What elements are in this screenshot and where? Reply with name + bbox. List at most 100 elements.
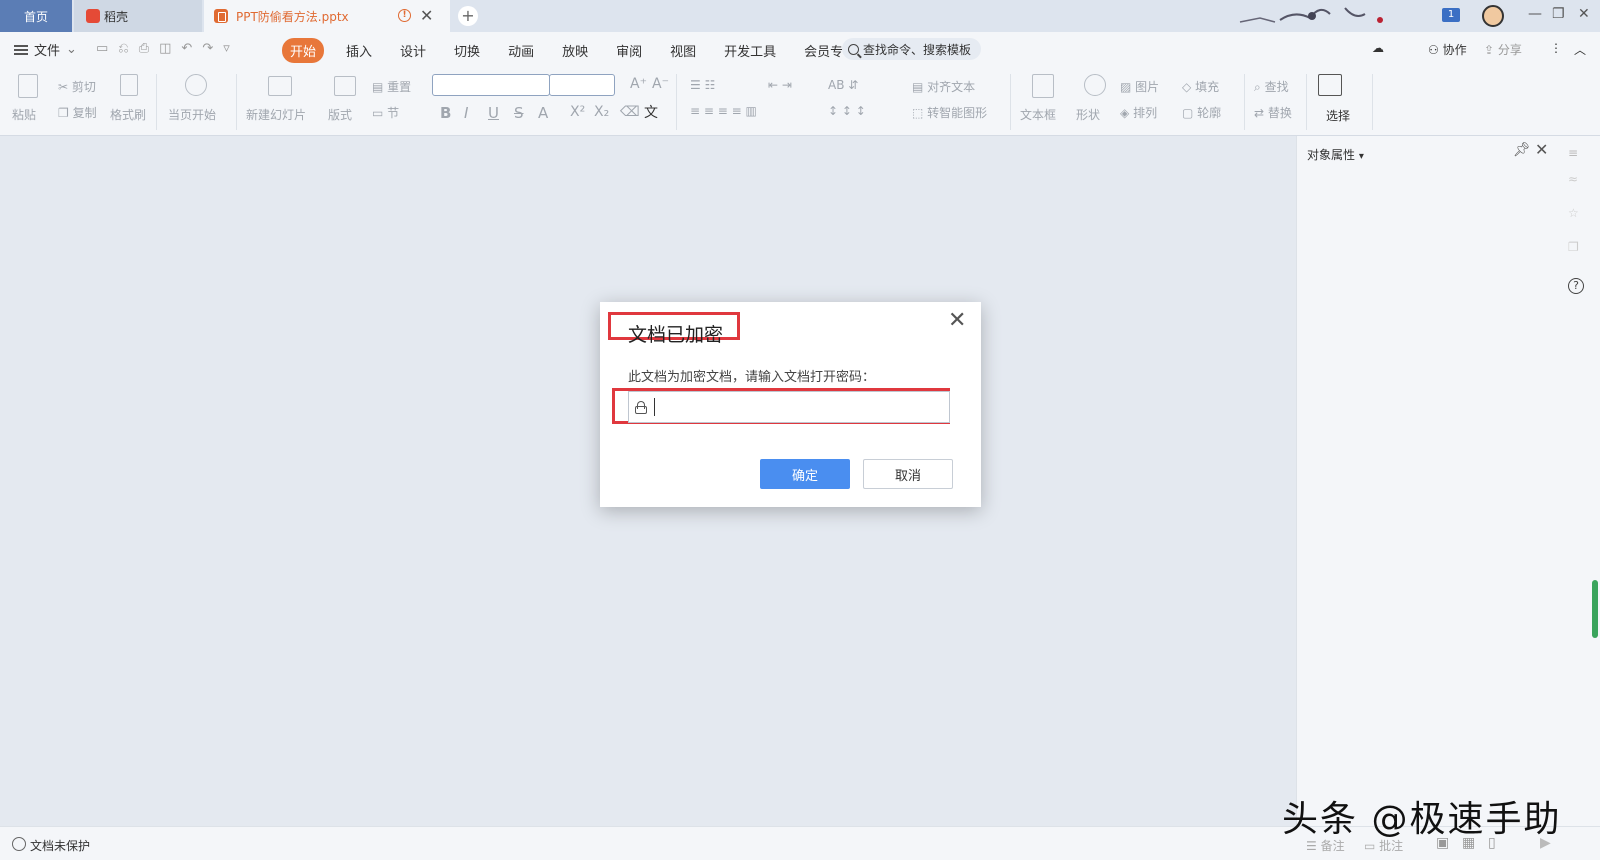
font-color-icon[interactable]: A <box>538 104 548 122</box>
layout-button[interactable]: 版式 <box>328 106 352 123</box>
play-icon[interactable] <box>185 74 207 96</box>
decrease-font-icon[interactable]: A⁻ <box>652 76 669 92</box>
increase-font-icon[interactable]: A⁺ <box>630 76 647 92</box>
tab-view[interactable]: 视图 <box>662 38 704 63</box>
tab-insert[interactable]: 插入 <box>338 38 380 63</box>
close-window-icon[interactable]: ✕ <box>1578 6 1590 22</box>
layout-icon[interactable] <box>334 76 356 96</box>
tab-review[interactable]: 审阅 <box>608 38 650 63</box>
picture-button[interactable]: ▨ 图片 <box>1120 78 1159 95</box>
ok-button[interactable]: 确定 <box>760 459 850 489</box>
new-slide-icon[interactable] <box>268 76 292 96</box>
properties-rail-icon[interactable]: ≡ <box>1568 146 1578 160</box>
chevron-down-icon: ⌄ <box>66 42 77 57</box>
bold-button[interactable]: B <box>440 104 451 122</box>
align-text-button[interactable]: ▤ 对齐文本 <box>912 78 975 95</box>
cancel-button[interactable]: 取消 <box>863 459 953 489</box>
redo-icon[interactable]: ↷ <box>202 41 213 56</box>
font-size-select[interactable] <box>549 74 615 96</box>
tab-transition[interactable]: 切换 <box>446 38 488 63</box>
star-rail-icon[interactable]: ☆ <box>1568 206 1579 220</box>
more-options-icon[interactable]: ⋮ <box>1550 41 1562 55</box>
new-tab-button[interactable]: + <box>458 6 478 26</box>
warning-icon[interactable]: ! <box>398 9 411 22</box>
eraser-icon[interactable]: ⌫ <box>620 104 640 120</box>
preview-icon[interactable]: ◫ <box>159 41 171 56</box>
play-from-current-button[interactable]: 当页开始 <box>168 106 216 123</box>
paragraph-align-icons[interactable]: ≡ ≡ ≡ ≡ ▥ <box>690 104 757 118</box>
smart-shape-button[interactable]: ⬚ 转智能图形 <box>912 104 987 121</box>
help-icon[interactable]: ? <box>1568 278 1584 294</box>
file-menu[interactable]: 文件 ⌄ <box>14 40 77 59</box>
outline-button[interactable]: ▢ 轮廓 <box>1182 104 1221 121</box>
reset-button[interactable]: ▤ 重置 <box>372 78 411 95</box>
text-box-icon[interactable] <box>1032 74 1054 98</box>
protection-status[interactable]: 文档未保护 <box>30 837 90 854</box>
close-tab-icon[interactable]: ✕ <box>420 6 433 25</box>
tab-developer[interactable]: 开发工具 <box>716 38 784 63</box>
cloud-icon[interactable]: ☁ <box>1372 41 1384 55</box>
password-input[interactable] <box>655 394 945 420</box>
close-dialog-icon[interactable]: ✕ <box>948 310 966 332</box>
paste-button[interactable]: 粘贴 <box>12 106 36 123</box>
notification-badge[interactable]: 1 <box>1442 8 1460 22</box>
line-spacing-icon[interactable]: ↕ ↕ ↕ <box>828 104 866 118</box>
shape-button[interactable]: 形状 <box>1076 106 1100 123</box>
print-icon[interactable]: ⎙ <box>139 41 149 56</box>
text-direction-icon[interactable]: AB ⇵ <box>828 78 858 92</box>
strikethrough-button[interactable]: S <box>514 104 524 122</box>
collaborate-button[interactable]: ⚇ 协作 <box>1428 41 1467 58</box>
command-search[interactable]: 查找命令、搜索模板 <box>842 38 982 60</box>
tab-home[interactable]: 首页 <box>0 0 72 32</box>
close-panel-icon[interactable]: ✕ <box>1535 140 1548 159</box>
more-icon[interactable]: ▿ <box>223 41 230 56</box>
restore-icon[interactable]: ❐ <box>1552 6 1565 22</box>
text-box-button[interactable]: 文本框 <box>1020 106 1056 123</box>
tab-document[interactable]: PPT防偷看方法.pptx <box>204 0 450 32</box>
format-icon[interactable]: ⎌ <box>118 41 128 56</box>
ribbon-separator <box>1306 74 1307 130</box>
select-cursor-icon[interactable] <box>1318 74 1342 96</box>
tab-daoke[interactable]: 稻壳 <box>74 0 202 32</box>
font-family-select[interactable] <box>432 74 550 96</box>
tab-start[interactable]: 开始 <box>282 38 325 63</box>
password-field[interactable] <box>628 391 950 423</box>
select-button[interactable]: 选择 <box>1326 107 1350 124</box>
fill-label: 填充 <box>1195 80 1220 94</box>
lock-icon <box>635 401 647 414</box>
copy-rail-icon[interactable]: ❐ <box>1568 240 1579 254</box>
animation-rail-icon[interactable]: ≈ <box>1568 172 1578 186</box>
shape-icon[interactable] <box>1084 74 1106 96</box>
user-avatar[interactable] <box>1482 5 1504 27</box>
tab-animation[interactable]: 动画 <box>500 38 542 63</box>
minimize-icon[interactable]: — <box>1528 6 1542 22</box>
collapse-ribbon-icon[interactable]: ︿ <box>1574 41 1586 58</box>
phonetic-guide-icon[interactable]: 文 <box>644 102 658 122</box>
superscript-icon[interactable]: X² <box>570 104 585 120</box>
subscript-icon[interactable]: X₂ <box>594 104 609 120</box>
bullet-list-icon[interactable]: ☰ ☷ <box>690 78 715 92</box>
indent-icon[interactable]: ⇤ ⇥ <box>768 78 792 92</box>
paste-icon[interactable] <box>18 74 38 98</box>
format-painter-icon[interactable] <box>120 74 138 96</box>
scroll-indicator[interactable] <box>1592 580 1598 638</box>
italic-button[interactable]: I <box>464 104 468 122</box>
tab-design[interactable]: 设计 <box>392 38 434 63</box>
cut-label: 剪切 <box>71 80 96 94</box>
fill-button[interactable]: ◇ 填充 <box>1182 78 1219 95</box>
format-painter-button[interactable]: 格式刷 <box>110 106 146 123</box>
section-button[interactable]: ▭ 节 <box>372 104 399 121</box>
copy-button[interactable]: ❐ 复制 <box>58 104 97 121</box>
panel-title[interactable]: 对象属性 ▾ <box>1307 146 1364 163</box>
cut-button[interactable]: ✂ 剪切 <box>58 78 96 95</box>
underline-button[interactable]: U <box>488 104 499 122</box>
tab-slideshow[interactable]: 放映 <box>554 38 596 63</box>
arrange-button[interactable]: ◈ 排列 <box>1120 104 1157 121</box>
new-slide-button[interactable]: 新建幻灯片 <box>246 106 306 123</box>
replace-button[interactable]: ⇄ 替换 <box>1254 104 1292 121</box>
share-button[interactable]: ⇪ 分享 <box>1484 41 1522 58</box>
find-button[interactable]: ⌕ 查找 <box>1254 78 1289 95</box>
save-icon[interactable]: ▭ <box>96 41 108 56</box>
pin-icon[interactable]: 📌︎ <box>1513 142 1531 158</box>
undo-icon[interactable]: ↶ <box>181 41 192 56</box>
